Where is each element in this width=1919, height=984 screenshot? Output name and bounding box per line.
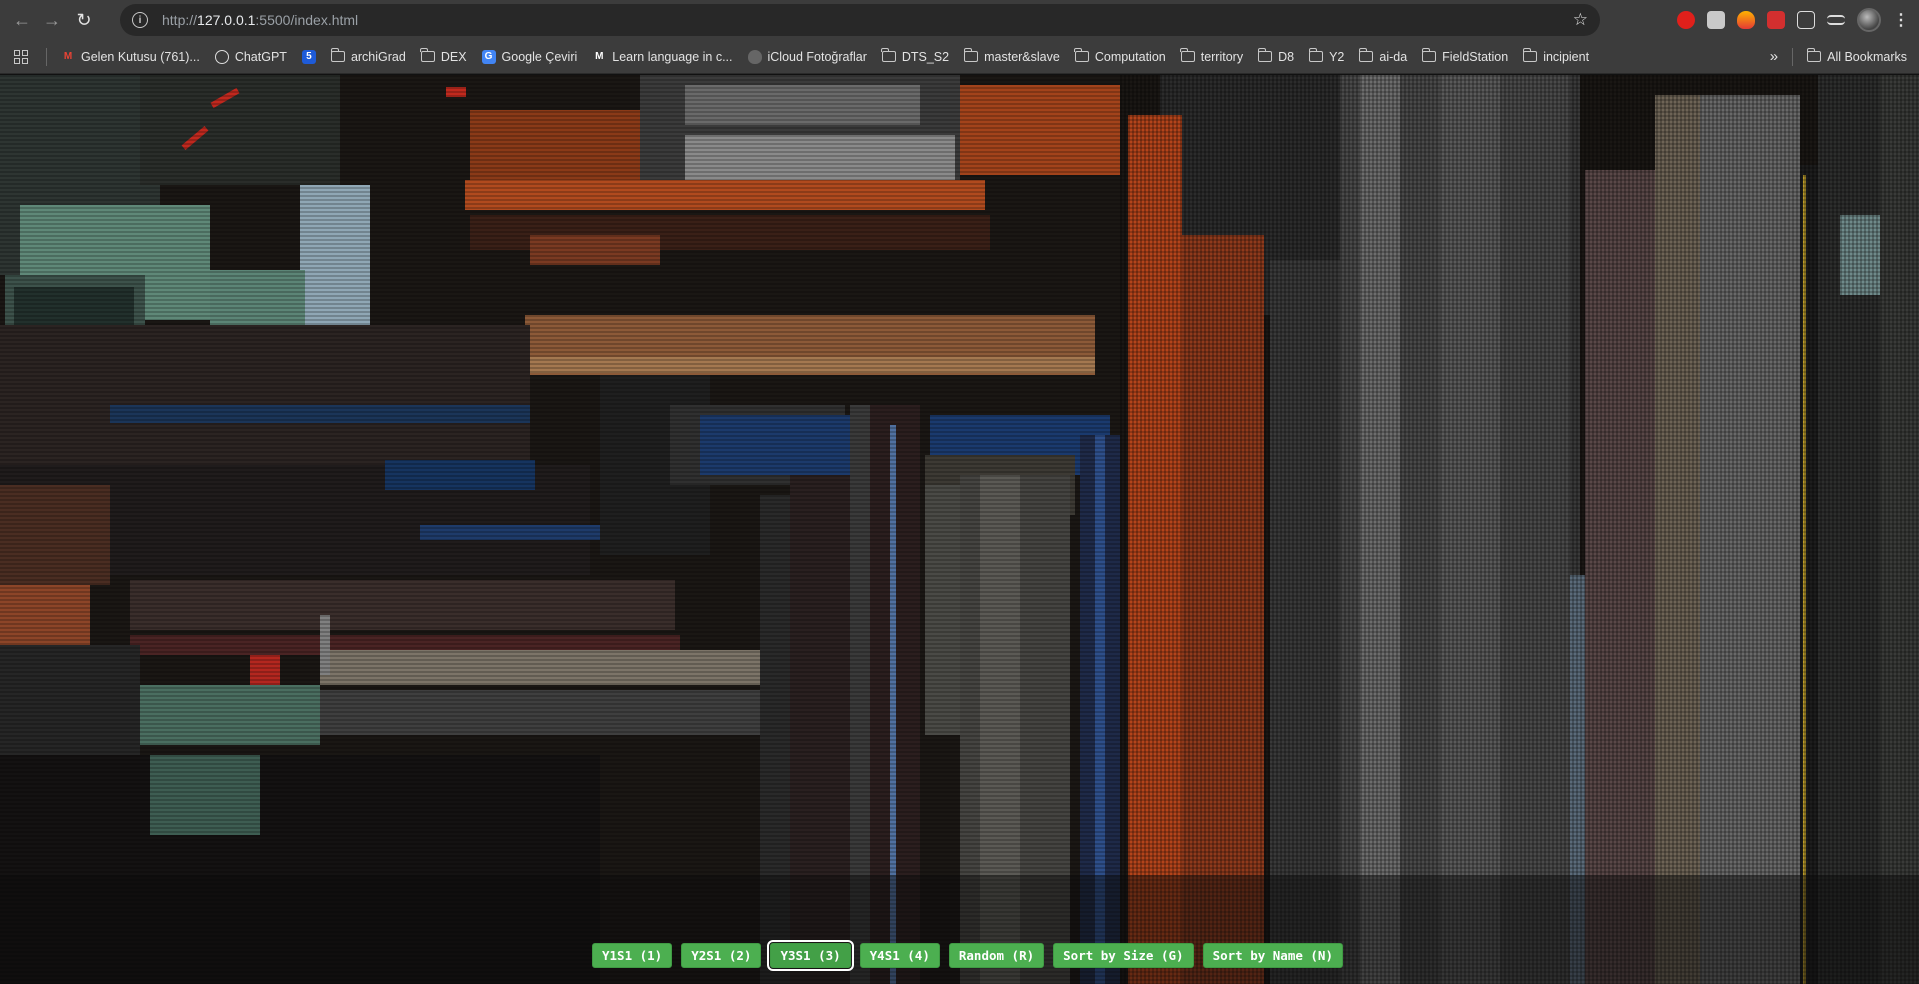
m-icon: M xyxy=(595,51,604,62)
menu-dots-icon[interactable]: ⋮ xyxy=(1893,10,1909,30)
back-arrow-icon[interactable]: ← xyxy=(8,6,36,34)
folder-icon xyxy=(1358,48,1374,62)
url-text[interactable]: http://127.0.0.1:5500/index.html xyxy=(162,12,358,28)
sort-button-random-r[interactable]: Random (R) xyxy=(948,943,1045,968)
url-host: 127.0.0.1 xyxy=(197,12,256,28)
sort-button-y1s1-1[interactable]: Y1S1 (1) xyxy=(592,943,673,968)
sort-button-y2s1-2[interactable]: Y2S1 (2) xyxy=(681,943,762,968)
bookmark-label: master&slave xyxy=(984,49,1060,64)
extension-red-icon[interactable] xyxy=(1677,11,1695,29)
sort-button-sort-by-name-n[interactable]: Sort by Name (N) xyxy=(1202,943,1343,968)
bookmark-item[interactable]: DEX xyxy=(420,48,467,64)
bookmark-label: DTS_S2 xyxy=(901,49,950,64)
bookmark-label: Learn language in c... xyxy=(612,49,733,64)
bookmark-label: FieldStation xyxy=(1442,49,1509,64)
folder-icon xyxy=(1421,48,1437,62)
folder-icon xyxy=(1257,48,1273,62)
bookmark-label: iCloud Fotoğraflar xyxy=(767,49,867,64)
bookmark-label: ai-da xyxy=(1379,49,1408,64)
address-bar[interactable]: i http://127.0.0.1:5500/index.html ☆ xyxy=(120,4,1600,36)
site-info-icon[interactable]: i xyxy=(132,12,148,28)
apple-icon xyxy=(747,49,762,64)
translate-icon: G xyxy=(481,49,496,64)
bookmark-item[interactable]: 5 xyxy=(301,49,316,64)
folder-icon xyxy=(1180,48,1195,62)
bookmark-item[interactable]: territory xyxy=(1180,48,1244,64)
extension-flame-icon[interactable] xyxy=(1737,11,1755,29)
bookmark-item[interactable]: master&slave xyxy=(963,48,1060,64)
forward-arrow-icon[interactable]: → xyxy=(38,6,66,34)
page-canvas xyxy=(0,75,1919,984)
bookmark-label: incipient xyxy=(1543,49,1590,64)
url-path: :5500/index.html xyxy=(255,12,359,28)
sort-button-y4s1-4[interactable]: Y4S1 (4) xyxy=(859,943,940,968)
bookmark-label: Computation xyxy=(1094,49,1166,64)
bookmark-label: D8 xyxy=(1278,49,1295,64)
reload-icon[interactable]: ↻ xyxy=(70,6,98,34)
bookmark-label: Google Çeviri xyxy=(501,49,578,64)
bookmark-item[interactable]: incipient xyxy=(1522,48,1590,64)
bookmarks-divider xyxy=(46,47,47,66)
bookmark-item[interactable]: FieldStation xyxy=(1421,48,1509,64)
folder-icon xyxy=(420,48,435,62)
folder-icon xyxy=(1522,48,1538,62)
bookmarks-overflow-icon[interactable]: » xyxy=(1770,48,1778,65)
folder-icon xyxy=(1806,48,1822,62)
extensions-puzzle-icon[interactable] xyxy=(1797,11,1815,29)
url-prefix: http:// xyxy=(162,12,198,28)
bookmark-item[interactable]: DTS_S2 xyxy=(881,48,950,64)
bookmark-label: territory xyxy=(1200,49,1244,64)
bookmarks-list: M Gelen Kutusu (761)... ChatGPT 5 archiGrad D… xyxy=(61,48,1604,64)
folder-icon xyxy=(330,48,345,62)
all-bookmarks-label: All Bookmarks xyxy=(1827,49,1907,64)
bookmark-label: DEX xyxy=(440,49,467,64)
gmail-icon: M xyxy=(63,51,73,62)
bookmark-item[interactable]: M Gelen Kutusu (761)... xyxy=(61,50,200,64)
sort-controls: Y1S1 (1) Y2S1 (2) Y3S1 (3) Y4S1 (4) Random (… xyxy=(592,940,1343,971)
extensions-area: ⋮ xyxy=(1677,6,1919,34)
bookmark-item[interactable]: ai-da xyxy=(1358,48,1408,64)
chatgpt-icon xyxy=(214,49,229,64)
bookmark-item[interactable]: G Google Çeviri xyxy=(481,49,578,64)
folder-icon xyxy=(963,48,979,62)
folder-icon xyxy=(1074,48,1089,62)
bookmark-item[interactable]: Y2 xyxy=(1308,48,1345,64)
five-icon: 5 xyxy=(301,49,316,64)
reading-list-icon[interactable] xyxy=(1827,15,1845,25)
bookmarks-bar: M Gelen Kutusu (761)... ChatGPT 5 archiGrad D… xyxy=(0,40,1919,74)
bookmarks-divider-right xyxy=(1792,47,1794,66)
bookmark-item[interactable]: ChatGPT xyxy=(214,49,287,64)
sort-button-sort-by-size-g[interactable]: Sort by Size (G) xyxy=(1053,943,1194,968)
extension-video-icon[interactable] xyxy=(1767,11,1785,29)
bookmark-star-icon[interactable]: ☆ xyxy=(1573,10,1588,30)
bookmark-label: Y2 xyxy=(1329,49,1345,64)
profile-avatar[interactable] xyxy=(1857,8,1881,32)
bookmark-label: ChatGPT xyxy=(234,49,287,64)
collage-art xyxy=(0,75,1919,984)
bookmark-item[interactable]: M Learn language in c... xyxy=(592,50,732,64)
extension-gray-icon[interactable] xyxy=(1707,11,1725,29)
browser-toolbar: ← → ↻ i http://127.0.0.1:5500/index.html… xyxy=(0,0,1919,40)
sort-button-y3s1-3[interactable]: Y3S1 (3) xyxy=(767,940,854,971)
bookmark-label: archiGrad xyxy=(350,49,406,64)
all-bookmarks-button[interactable]: All Bookmarks xyxy=(1806,48,1907,64)
bookmarks-right: » All Bookmarks xyxy=(1770,47,1907,66)
apps-grid-icon[interactable] xyxy=(14,49,28,64)
bookmark-item[interactable]: Computation xyxy=(1074,48,1166,64)
bookmark-item[interactable]: D8 xyxy=(1257,48,1295,64)
folder-icon xyxy=(1308,48,1324,62)
bookmark-label: Gelen Kutusu (761)... xyxy=(81,49,200,64)
bookmark-item[interactable]: archiGrad xyxy=(330,48,406,64)
bookmark-item[interactable]: iCloud Fotoğraflar xyxy=(747,49,867,64)
folder-icon xyxy=(881,48,896,62)
